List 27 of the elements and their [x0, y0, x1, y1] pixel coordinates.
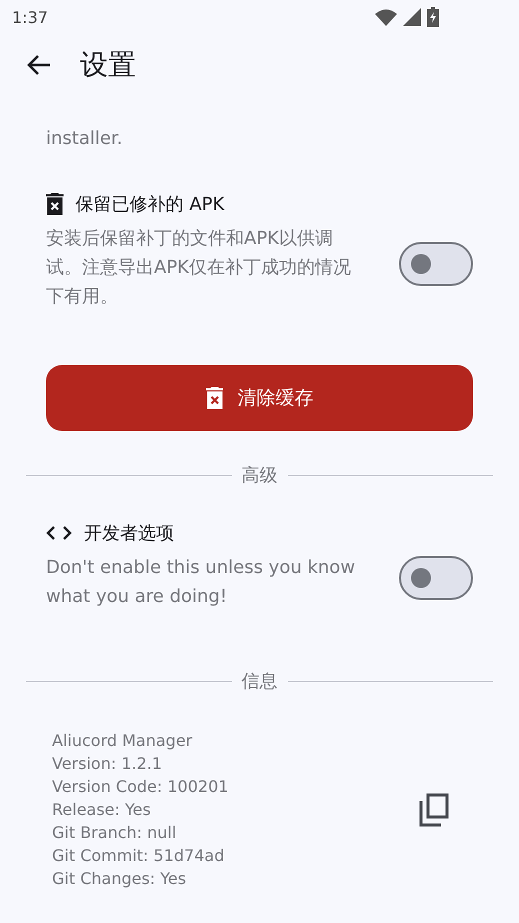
trash-icon [206, 387, 224, 409]
copy-button[interactable] [419, 792, 449, 826]
info-line: Aliucord Manager [52, 730, 194, 752]
info-line: Git Branch: null [52, 822, 178, 844]
signal-icon [403, 8, 421, 26]
section-header: 高级 [242, 464, 278, 487]
setting-description: Don't enable this unless you know what you are doing! [46, 556, 356, 609]
setting-description: 安装后保留补丁的文件和APK以供调试。注意导出APK仅在补丁成功的情况下有用。 [46, 227, 352, 309]
back-button[interactable] [26, 54, 52, 76]
info-line: Version Code: 100201 [52, 776, 230, 798]
description-text: installer. [46, 127, 124, 151]
setting-title: 开发者选项 [84, 522, 174, 545]
section-header: 信息 [242, 670, 278, 693]
page-title: 设置 [80, 47, 136, 83]
info-line: Version: 1.2.1 [52, 753, 164, 775]
clear-cache-button[interactable]: 清除缓存 [46, 365, 473, 431]
wifi-icon [375, 8, 397, 26]
trash-icon [46, 193, 64, 215]
info-line: Git Changes: Yes [52, 868, 188, 890]
info-line: Release: Yes [52, 799, 152, 821]
code-icon [46, 525, 72, 541]
setting-title: 保留已修补的 APK [76, 193, 224, 216]
toggle-switch[interactable] [399, 242, 473, 286]
info-line: Git Commit: 51d74ad [52, 845, 226, 867]
status-time: 1:37 [12, 8, 48, 26]
battery-icon [427, 7, 439, 27]
toggle-switch[interactable] [399, 556, 473, 600]
